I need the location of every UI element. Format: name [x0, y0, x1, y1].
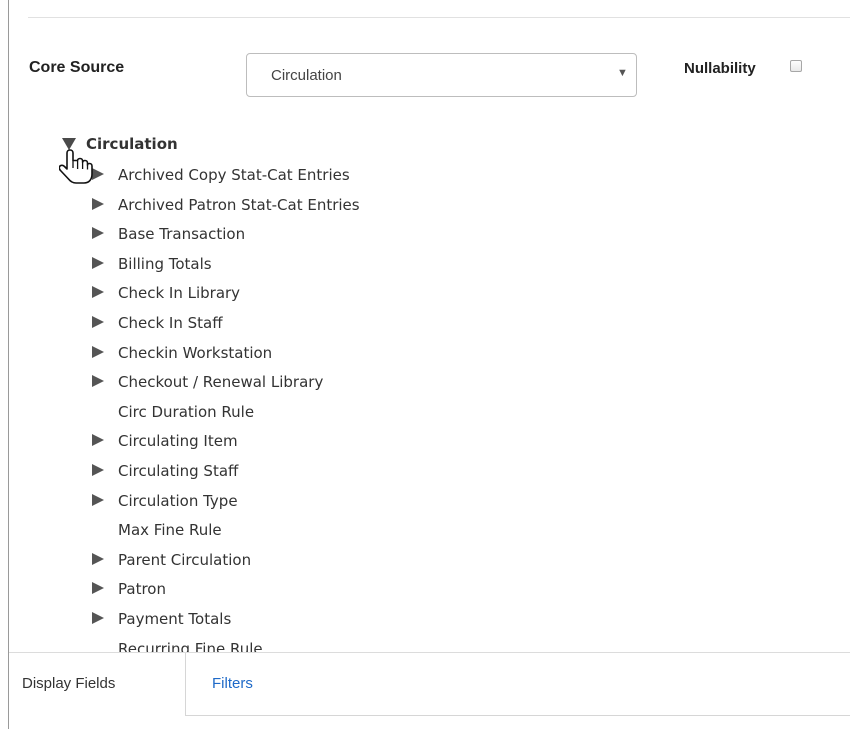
expand-arrow-icon[interactable]: [92, 286, 104, 299]
tree-item-label: Circ Duration Rule: [118, 402, 255, 421]
tree-item-label: Parent Circulation: [118, 550, 252, 569]
tree-item-label: Check In Staff: [118, 314, 223, 332]
tree-item-label: Payment Totals: [118, 610, 232, 628]
tree-item-label: Circulating Item: [118, 432, 238, 451]
hand-pointer-cursor-icon: [59, 149, 93, 184]
expand-arrow-icon[interactable]: [92, 612, 104, 624]
expand-arrow-icon[interactable]: [92, 227, 104, 240]
tree-item-label: Archived Patron Stat-Cat Entries: [118, 195, 360, 214]
tree-item-label: Checkout / Renewal Library: [118, 373, 324, 392]
expand-arrow-icon[interactable]: [92, 464, 104, 476]
tree-item-label: Recurring Fine Rule: [118, 639, 263, 652]
tree-item-label: Archived Copy Stat-Cat Entries: [118, 166, 350, 184]
tab-bar: Display Fields Filters: [9, 652, 850, 716]
tree-item-label: Circulation Type: [118, 491, 238, 510]
expand-arrow-icon[interactable]: [92, 256, 104, 269]
tree-item-label: Checkin Workstation: [118, 343, 273, 362]
tree-item-label: Billing Totals: [118, 254, 212, 273]
tab-filters[interactable]: Filters: [186, 653, 253, 715]
expand-arrow-icon[interactable]: [92, 493, 104, 506]
tree-item-label: Patron: [118, 580, 166, 599]
expand-arrow-icon[interactable]: [92, 197, 104, 210]
tree-item-label: Max Fine Rule: [118, 521, 222, 540]
expand-arrow-icon[interactable]: [92, 552, 104, 565]
tree-item-label: Circulating Staff: [118, 462, 239, 480]
tab-display-fields[interactable]: Display Fields: [9, 653, 186, 716]
expand-arrow-icon[interactable]: [92, 375, 104, 388]
tree-item-label: Base Transaction: [118, 225, 246, 244]
expand-arrow-icon[interactable]: [92, 582, 104, 595]
expand-arrow-icon[interactable]: [92, 345, 104, 358]
tree-item-label: Check In Library: [118, 284, 241, 303]
source-tree: Circulation Archived Copy Stat-Cat Entri…: [0, 0, 850, 652]
expand-arrow-icon[interactable]: [92, 434, 104, 447]
expand-arrow-icon[interactable]: [92, 316, 104, 328]
